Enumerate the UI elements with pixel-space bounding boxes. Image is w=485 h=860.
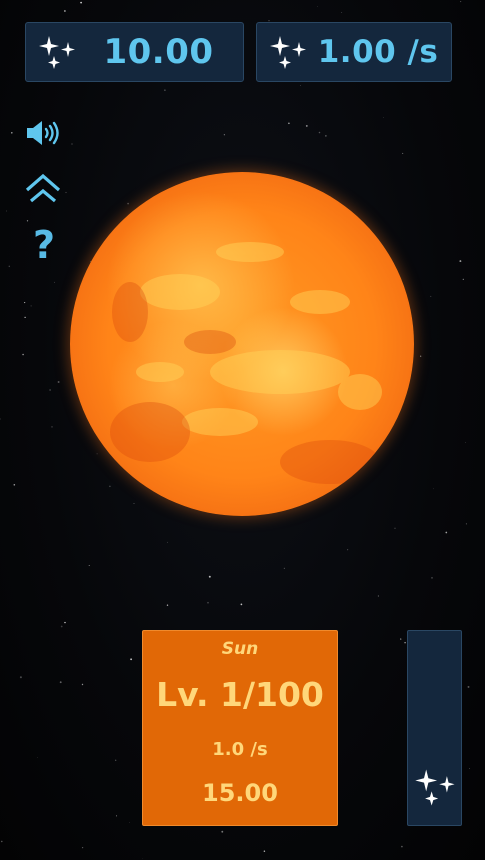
background-star: [341, 12, 343, 13]
rate-counter: 1.00 /s: [256, 22, 452, 82]
background-star: [8, 265, 11, 268]
side-panel-button[interactable]: [407, 630, 462, 826]
background-star: [208, 575, 211, 578]
background-star: [317, 6, 318, 7]
background-star: [65, 191, 67, 194]
speaker-icon: [27, 121, 59, 145]
background-star: [57, 381, 60, 383]
background-star: [430, 295, 432, 297]
prestige-button[interactable]: [24, 168, 62, 206]
background-star: [207, 601, 209, 604]
background-star: [394, 527, 396, 529]
background-star: [64, 10, 66, 12]
upgrade-name: Sun: [221, 639, 259, 659]
background-star: [445, 531, 448, 534]
background-star: [60, 625, 63, 628]
background-star: [300, 85, 301, 86]
background-star: [1, 840, 3, 843]
upgrade-cost: 15.00: [202, 779, 278, 807]
background-star: [116, 815, 118, 817]
sun-clicker[interactable]: [70, 172, 414, 516]
background-star: [59, 681, 62, 684]
background-star: [6, 210, 7, 212]
background-star: [401, 845, 403, 848]
total-currency-counter: 10.00: [25, 22, 244, 82]
background-star: [462, 278, 464, 281]
background-star: [382, 117, 384, 118]
background-star: [400, 638, 402, 640]
background-star: [142, 858, 144, 860]
background-star: [51, 426, 53, 428]
background-star: [465, 523, 467, 525]
background-star: [167, 541, 168, 543]
upgrade-rate: 1.0 /s: [212, 739, 268, 760]
background-star: [305, 124, 308, 127]
background-star: [24, 316, 26, 319]
sparkle-stars-icon: [39, 36, 75, 69]
help-button[interactable]: ?: [27, 222, 61, 268]
sun-upgrade-card[interactable]: Sun Lv. 1/100 1.0 /s 15.00: [142, 630, 338, 826]
background-star: [469, 767, 470, 769]
background-star: [460, 1, 462, 3]
background-star: [30, 305, 32, 307]
total-currency-value: 10.00: [103, 32, 214, 72]
background-star: [318, 131, 321, 134]
background-star: [81, 683, 84, 686]
question-mark-icon: ?: [32, 223, 56, 267]
background-star: [467, 685, 470, 688]
background-star: [288, 122, 290, 125]
background-star: [22, 353, 24, 356]
background-star: [19, 676, 22, 679]
background-star: [347, 549, 349, 551]
sound-toggle-button[interactable]: [24, 114, 62, 152]
background-star: [37, 757, 38, 759]
background-star: [130, 658, 133, 661]
background-star: [420, 355, 422, 357]
background-star: [263, 850, 266, 853]
background-star: [221, 830, 224, 833]
double-chevron-up-icon: [25, 173, 61, 203]
background-star: [129, 822, 130, 823]
rate-value: 1.00 /s: [317, 34, 439, 70]
background-star: [81, 846, 84, 849]
background-star: [49, 389, 51, 391]
background-star: [404, 641, 406, 644]
background-star: [0, 418, 1, 420]
background-star: [24, 302, 26, 304]
background-star: [223, 134, 226, 136]
background-star: [88, 565, 90, 566]
background-star: [164, 89, 166, 91]
background-star: [11, 132, 13, 134]
background-star: [377, 595, 379, 597]
background-star: [115, 759, 117, 761]
background-star: [71, 143, 73, 145]
background-star: [80, 1, 82, 4]
sparkle-stars-icon: [270, 36, 306, 69]
background-star: [402, 152, 404, 154]
sun-surface-texture: [110, 242, 382, 484]
background-star: [283, 567, 286, 570]
sparkle-stars-icon: [415, 769, 455, 806]
background-star: [13, 484, 16, 486]
background-star: [325, 135, 327, 137]
background-star: [433, 488, 435, 490]
background-star: [64, 621, 66, 624]
upgrade-level: Lv. 1/100: [156, 675, 324, 714]
background-star: [459, 260, 462, 263]
background-star: [465, 442, 466, 443]
game-screen: 10.00 1.00 /s ? Sun Lv. 1/100 1.0 /s 15.…: [0, 0, 485, 860]
background-star: [54, 281, 56, 283]
background-star: [240, 603, 243, 606]
background-star: [431, 577, 433, 579]
background-star: [166, 604, 169, 606]
